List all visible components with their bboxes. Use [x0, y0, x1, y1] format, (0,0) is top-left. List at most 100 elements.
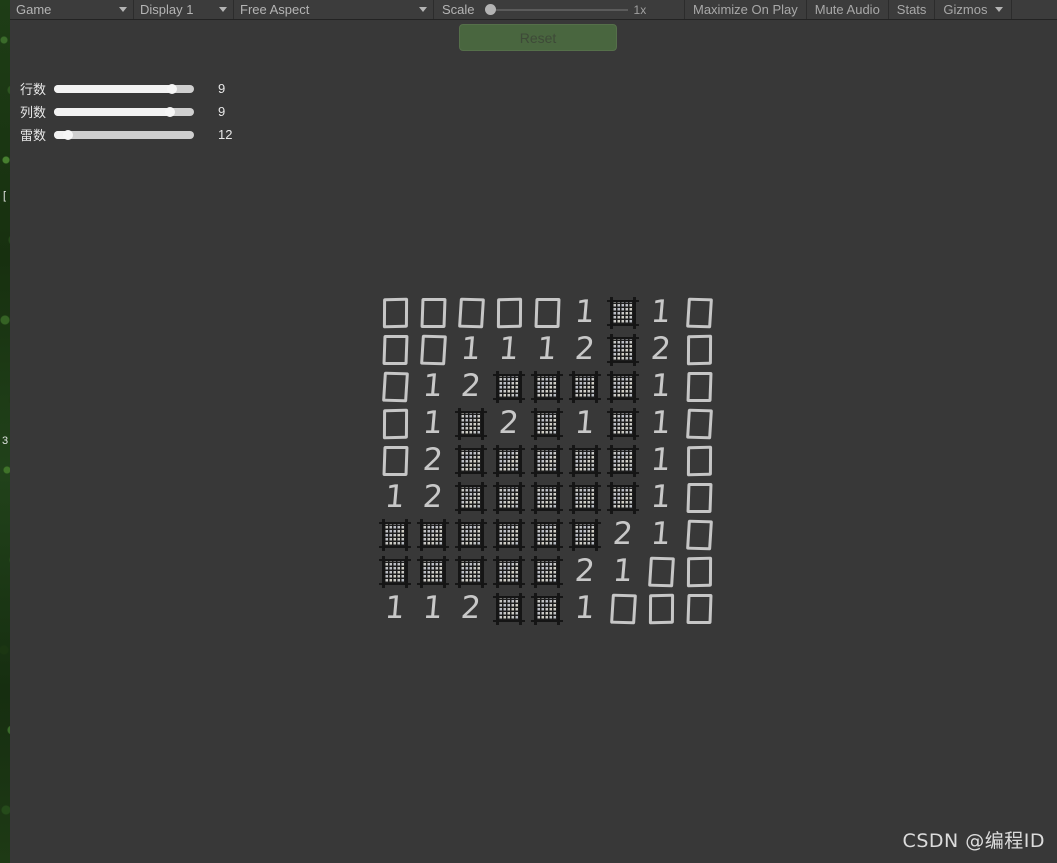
empty-cell[interactable] — [490, 294, 528, 331]
empty-cell[interactable] — [376, 442, 414, 479]
number-cell[interactable]: 1 — [376, 479, 414, 516]
empty-cell[interactable] — [680, 516, 718, 553]
game-render-canvas[interactable]: Reset 行数 9 列数 9 雷数 12 11111221211211211212121… — [10, 21, 1057, 863]
gizmos-button[interactable]: Gizmos — [935, 0, 1013, 19]
reset-button[interactable]: Reset — [459, 24, 617, 51]
view-type-dropdown[interactable]: Game — [10, 0, 134, 19]
number-cell[interactable]: 1 — [566, 294, 604, 331]
mine-cell[interactable] — [566, 368, 604, 405]
number-cell[interactable]: 1 — [566, 405, 604, 442]
empty-cell[interactable] — [376, 368, 414, 405]
empty-cell[interactable] — [680, 368, 718, 405]
number-cell[interactable]: 2 — [490, 405, 528, 442]
number-cell[interactable]: 1 — [414, 590, 452, 627]
mine-cell[interactable] — [452, 516, 490, 553]
mine-cell[interactable] — [490, 516, 528, 553]
mine-cell[interactable] — [490, 553, 528, 590]
minesweeper-board[interactable]: 111112212112112112121211121 — [376, 294, 718, 627]
number-cell[interactable]: 1 — [642, 368, 680, 405]
number-cell[interactable]: 2 — [566, 331, 604, 368]
mine-cell[interactable] — [604, 294, 642, 331]
mine-cell[interactable] — [566, 479, 604, 516]
number-cell[interactable]: 2 — [414, 479, 452, 516]
empty-cell[interactable] — [604, 590, 642, 627]
number-cell[interactable]: 2 — [452, 368, 490, 405]
slider-track-1[interactable] — [54, 106, 194, 117]
slider-track-0[interactable] — [54, 83, 194, 94]
mine-cell[interactable] — [604, 442, 642, 479]
number-cell[interactable]: 1 — [642, 516, 680, 553]
empty-cell[interactable] — [680, 331, 718, 368]
mine-cell[interactable] — [528, 442, 566, 479]
mine-cell[interactable] — [528, 516, 566, 553]
mine-cell[interactable] — [376, 516, 414, 553]
number-cell[interactable]: 1 — [604, 553, 642, 590]
empty-cell[interactable] — [414, 331, 452, 368]
number-cell[interactable]: 1 — [528, 331, 566, 368]
mute-audio-button[interactable]: Mute Audio — [807, 0, 889, 19]
mine-cell[interactable] — [528, 405, 566, 442]
scale-slider-group[interactable]: Scale 1x — [434, 0, 685, 19]
empty-cell[interactable] — [642, 553, 680, 590]
number-cell[interactable]: 1 — [642, 405, 680, 442]
mine-cell[interactable] — [604, 368, 642, 405]
number-cell[interactable]: 1 — [452, 331, 490, 368]
number-cell[interactable]: 1 — [490, 331, 528, 368]
empty-cell[interactable] — [528, 294, 566, 331]
mine-cell[interactable] — [604, 405, 642, 442]
aspect-ratio-dropdown[interactable]: Free Aspect — [234, 0, 434, 19]
mine-cell[interactable] — [528, 368, 566, 405]
scale-slider-handle[interactable] — [484, 4, 496, 15]
mine-cell[interactable] — [414, 516, 452, 553]
scale-slider-track[interactable] — [495, 8, 628, 11]
display-dropdown[interactable]: Display 1 — [134, 0, 234, 19]
empty-cell[interactable] — [680, 442, 718, 479]
mine-cell[interactable] — [452, 553, 490, 590]
mine-cell[interactable] — [376, 553, 414, 590]
mine-cell[interactable] — [490, 479, 528, 516]
number-cell[interactable]: 1 — [642, 442, 680, 479]
slider-handle-2[interactable] — [63, 129, 73, 140]
mine-cell[interactable] — [566, 516, 604, 553]
empty-cell[interactable] — [642, 590, 680, 627]
empty-cell[interactable] — [680, 294, 718, 331]
number-cell[interactable]: 2 — [642, 331, 680, 368]
mine-cell[interactable] — [414, 553, 452, 590]
slider-handle-0[interactable] — [166, 83, 177, 94]
number-cell[interactable]: 1 — [414, 368, 452, 405]
number-cell[interactable]: 1 — [642, 294, 680, 331]
mine-cell[interactable] — [604, 331, 642, 368]
empty-cell[interactable] — [680, 553, 718, 590]
mine-cell[interactable] — [566, 442, 604, 479]
empty-cell[interactable] — [376, 294, 414, 331]
mine-cell[interactable] — [452, 442, 490, 479]
slider-handle-1[interactable] — [165, 106, 176, 117]
mine-cell[interactable] — [490, 442, 528, 479]
number-cell[interactable]: 1 — [642, 479, 680, 516]
number-cell[interactable]: 2 — [414, 442, 452, 479]
empty-cell[interactable] — [680, 479, 718, 516]
empty-cell[interactable] — [414, 294, 452, 331]
number-cell[interactable]: 2 — [566, 553, 604, 590]
empty-cell[interactable] — [680, 405, 718, 442]
slider-track-2[interactable] — [54, 129, 194, 140]
number-cell[interactable]: 1 — [566, 590, 604, 627]
stats-button[interactable]: Stats — [889, 0, 936, 19]
mine-cell[interactable] — [528, 590, 566, 627]
number-cell[interactable]: 2 — [452, 590, 490, 627]
mine-cell[interactable] — [604, 479, 642, 516]
mine-cell[interactable] — [452, 479, 490, 516]
number-cell[interactable]: 1 — [376, 590, 414, 627]
empty-cell[interactable] — [452, 294, 490, 331]
number-cell[interactable]: 1 — [414, 405, 452, 442]
number-cell[interactable]: 2 — [604, 516, 642, 553]
maximize-on-play-button[interactable]: Maximize On Play — [685, 0, 807, 19]
empty-cell[interactable] — [376, 331, 414, 368]
empty-cell[interactable] — [680, 590, 718, 627]
mine-cell[interactable] — [452, 405, 490, 442]
mine-cell[interactable] — [490, 368, 528, 405]
mine-cell[interactable] — [528, 553, 566, 590]
mine-cell[interactable] — [528, 479, 566, 516]
empty-cell[interactable] — [376, 405, 414, 442]
mine-cell[interactable] — [490, 590, 528, 627]
